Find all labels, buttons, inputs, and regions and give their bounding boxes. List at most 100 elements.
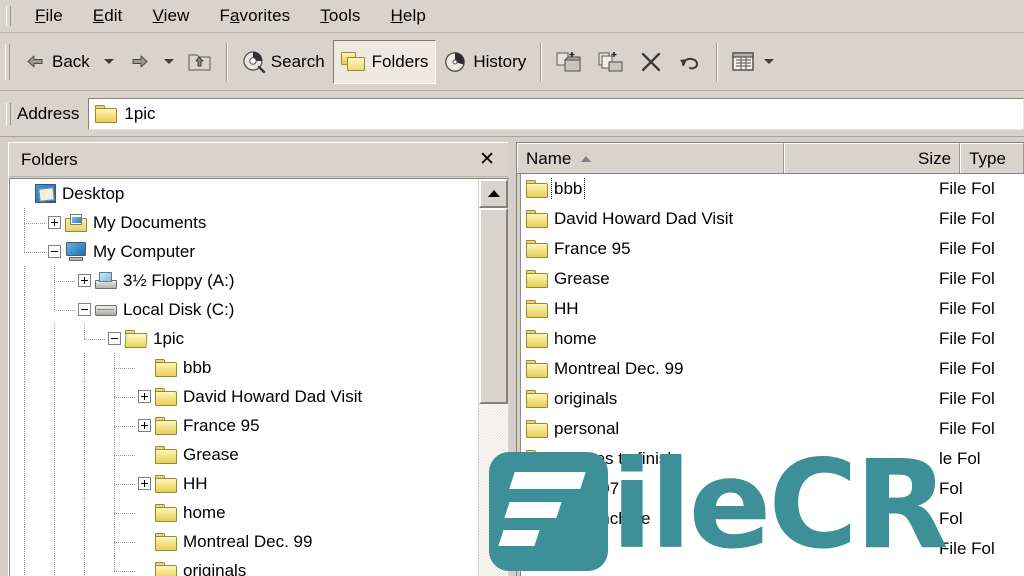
tree-item[interactable]: Grease (10, 440, 478, 469)
tree-item[interactable]: Montreal Dec. 99 (10, 527, 478, 556)
tree-item[interactable]: originals (10, 556, 478, 576)
address-bar-grip[interactable] (6, 102, 11, 125)
tree-guide-connector (24, 222, 46, 224)
address-input[interactable]: 1pic (88, 97, 1024, 130)
expand-plus-icon[interactable] (138, 419, 151, 432)
folder-icon (526, 270, 548, 288)
folder-icon (155, 387, 177, 406)
history-clock-icon (444, 51, 468, 73)
menu-view[interactable]: View (138, 4, 205, 28)
back-button[interactable]: Back (17, 40, 98, 84)
folder-icon (526, 540, 548, 558)
main-toolbar: Back Search Folders History (0, 33, 1024, 91)
table-row[interactable]: personal File Fol (517, 414, 1024, 444)
move-to-button[interactable] (548, 40, 590, 84)
file-name-label: bbb (550, 178, 586, 200)
tree-item[interactable]: My Computer (10, 237, 478, 266)
panes-container: Folders ✕ Desktop My Documents My Computer… (0, 137, 1024, 576)
table-row[interactable]: HH File Fol (517, 294, 1024, 324)
collapse-minus-icon[interactable] (78, 303, 91, 316)
explorer-window: File Edit View Favorites Tools Help Back (0, 0, 1024, 576)
menu-tools[interactable]: Tools (305, 4, 375, 28)
tree-item[interactable]: France 95 (10, 411, 478, 440)
tree-scroll-track[interactable] (479, 208, 508, 576)
file-type-cell: File Fol (939, 179, 995, 198)
history-button[interactable]: History (436, 40, 534, 84)
folders-pane-title: Folders (21, 149, 78, 169)
forward-arrow-icon (128, 53, 150, 71)
views-button[interactable] (724, 40, 788, 84)
address-label: Address (17, 103, 80, 123)
tree-item-label: 3½ Floppy (A:) (123, 270, 235, 290)
tree-item-label: Desktop (62, 183, 125, 203)
tree-item[interactable]: Local Disk (C:) (10, 295, 478, 324)
tree-scroll-thumb[interactable] (479, 208, 508, 404)
tree-item[interactable]: 3½ Floppy (A:) (10, 266, 478, 295)
column-header-name-label: Name (526, 148, 572, 168)
tree-item[interactable]: HH (10, 469, 478, 498)
table-row[interactable]: to be inchole Fol (517, 504, 1024, 534)
delete-button[interactable] (632, 40, 670, 84)
tree-guide-line (54, 295, 55, 310)
expand-plus-icon[interactable] (138, 390, 151, 403)
menu-help[interactable]: Help (376, 4, 441, 28)
table-row[interactable]: Montreal Dec. 99 File Fol (517, 354, 1024, 384)
menu-file[interactable]: File (20, 4, 78, 28)
table-row[interactable]: pictures to finish le Fol (517, 444, 1024, 474)
column-header-name[interactable]: Name (517, 143, 785, 173)
views-dropdown-arrow-icon[interactable] (764, 59, 775, 64)
file-name-cell: HH (517, 298, 939, 320)
up-one-level-button[interactable] (180, 40, 220, 84)
folder-icon (526, 390, 548, 408)
toolbar-grip[interactable] (5, 43, 10, 80)
undo-icon (678, 52, 702, 72)
undo-button[interactable] (670, 40, 710, 84)
tree-item-label: 1pic (153, 328, 185, 348)
collapse-minus-icon[interactable] (108, 332, 121, 345)
copy-to-button[interactable] (590, 40, 632, 84)
table-row[interactable]: Grease File Fol (517, 264, 1024, 294)
expand-plus-icon[interactable] (138, 477, 151, 490)
tree-guide-line (84, 353, 85, 382)
back-dropdown-arrow-icon[interactable] (103, 59, 114, 64)
table-row[interactable]: prints 97 Fol (517, 474, 1024, 504)
tree-item[interactable]: 1pic (10, 324, 478, 353)
table-row[interactable]: originals File Fol (517, 384, 1024, 414)
tree-item-label: Local Disk (C:) (123, 299, 235, 319)
search-button[interactable]: Search (234, 40, 333, 84)
tree-item[interactable]: David Howard Dad Visit (10, 382, 478, 411)
table-row[interactable]: home File Fol (517, 324, 1024, 354)
tree-item-label: My Documents (93, 212, 207, 232)
close-icon[interactable]: ✕ (476, 150, 498, 169)
floppy-drive-icon (95, 272, 117, 289)
file-name-cell: to be inchole (517, 508, 939, 530)
tree-item[interactable]: Desktop (10, 179, 478, 208)
tree-item[interactable]: My Documents (10, 208, 478, 237)
folder-icon (155, 503, 177, 522)
column-header-type[interactable]: Type (960, 143, 1024, 173)
table-row[interactable]: France 95 File Fol (517, 234, 1024, 264)
expand-plus-icon[interactable] (48, 216, 61, 229)
file-name-label: Montreal Dec. 99 (554, 359, 684, 378)
forward-button[interactable] (120, 40, 158, 84)
tree-scrollbar[interactable] (478, 179, 509, 576)
expand-plus-icon[interactable] (78, 274, 91, 287)
menu-bar-grip[interactable] (6, 6, 11, 26)
tree-guide-connector (114, 367, 136, 369)
folders-button[interactable]: Folders (332, 39, 437, 84)
tree-item[interactable]: bbb (10, 353, 478, 382)
table-row[interactable]: File Fol (517, 534, 1024, 564)
my-documents-icon (65, 213, 87, 232)
file-type-cell: File Fol (939, 539, 995, 558)
file-type-cell: File Fol (939, 299, 995, 318)
search-globe-icon (242, 50, 266, 73)
menu-favorites[interactable]: Favorites (204, 4, 305, 28)
table-row[interactable]: David Howard Dad Visit File Fol (517, 204, 1024, 234)
tree-scroll-up-button[interactable] (479, 179, 508, 208)
menu-edit[interactable]: Edit (78, 4, 138, 28)
collapse-minus-icon[interactable] (48, 245, 61, 258)
forward-dropdown-arrow-icon[interactable] (163, 59, 174, 64)
table-row[interactable]: bbb File Fol (517, 174, 1024, 204)
column-header-size[interactable]: Size (784, 143, 961, 173)
tree-item[interactable]: home (10, 498, 478, 527)
